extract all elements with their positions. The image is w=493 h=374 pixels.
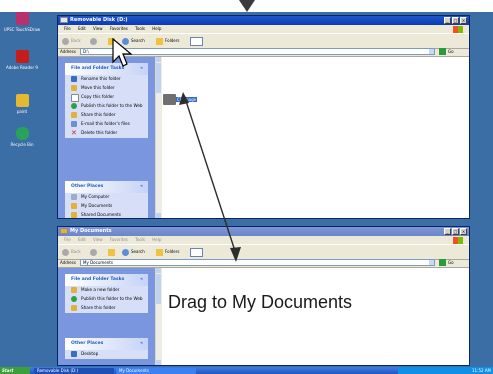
drag-arrow-head-bottom xyxy=(230,247,241,262)
drag-arrow-shaft xyxy=(184,97,237,255)
drag-arrow xyxy=(179,92,241,262)
mouse-cursor-icon xyxy=(112,38,133,67)
taskbar-button-removable-disk[interactable]: Removable Disk (D:) xyxy=(34,368,114,374)
drag-arrow-head-top xyxy=(179,92,189,105)
drag-instruction-text: Drag to My Documents xyxy=(168,292,353,312)
system-tray: 11:52 AM xyxy=(398,367,493,374)
taskbar-button-my-documents[interactable]: My Documents xyxy=(116,368,196,374)
taskbar: Start Removable Disk (D:) My Documents 1… xyxy=(0,367,493,374)
start-button[interactable]: Start xyxy=(0,367,30,374)
clock[interactable]: 11:52 AM xyxy=(472,368,491,373)
desktop: UPSC TouchSDraw Adobe Reader 9 paint Rec… xyxy=(0,0,493,374)
